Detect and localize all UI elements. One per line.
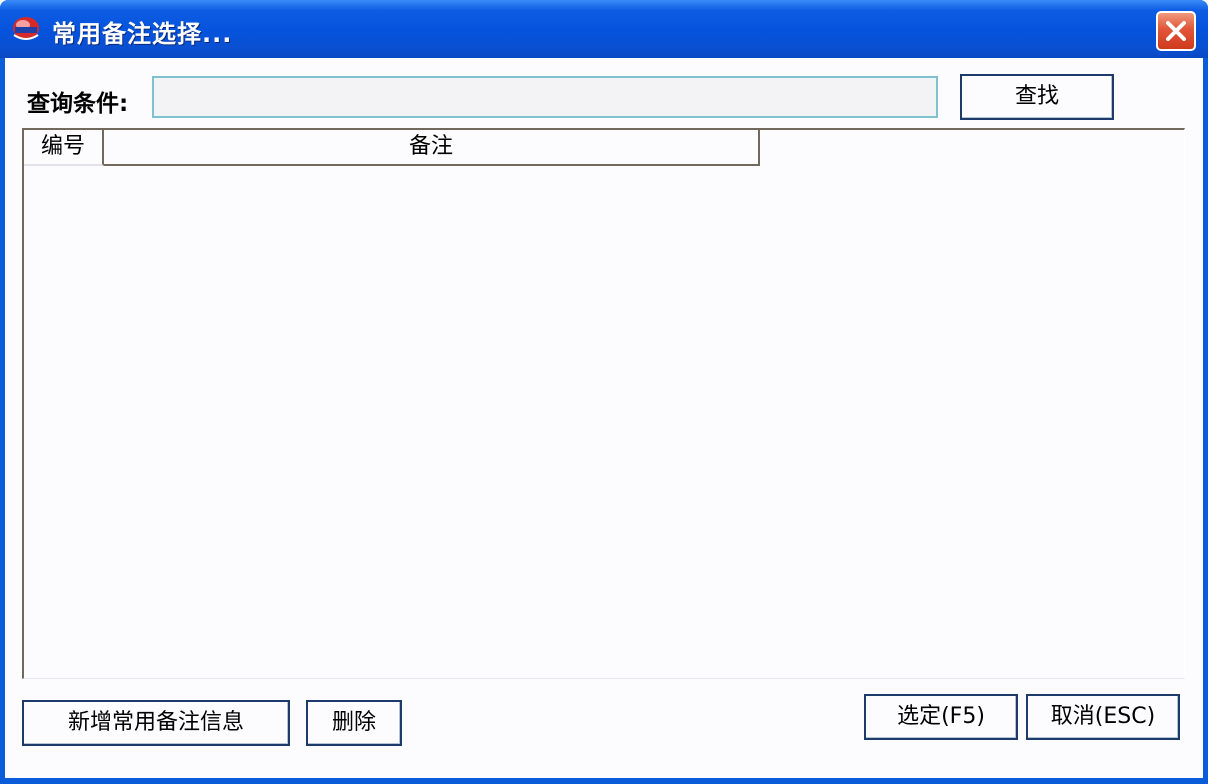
table-header: 编号 备注 bbox=[24, 130, 760, 166]
search-button[interactable]: 查找 bbox=[960, 74, 1114, 120]
delete-button[interactable]: 删除 bbox=[306, 700, 402, 746]
query-input[interactable] bbox=[152, 76, 938, 118]
add-remark-button[interactable]: 新增常用备注信息 bbox=[22, 700, 290, 746]
app-logo-icon bbox=[13, 17, 39, 40]
title-bar[interactable]: 常用备注选择... bbox=[0, 0, 1208, 58]
column-header-remark[interactable]: 备注 bbox=[104, 130, 760, 166]
column-header-id[interactable]: 编号 bbox=[24, 130, 104, 166]
dialog-body: 查询条件: 查找 编号 备注 新增常用备注信息 删除 选定(F5) 取消(ESC… bbox=[5, 58, 1203, 778]
remarks-table[interactable]: 编号 备注 bbox=[22, 128, 1185, 679]
close-button[interactable] bbox=[1156, 11, 1196, 51]
close-icon bbox=[1166, 21, 1186, 41]
cancel-button[interactable]: 取消(ESC) bbox=[1026, 694, 1180, 740]
query-label: 查询条件: bbox=[27, 91, 129, 117]
dialog-window: 常用备注选择... 查询条件: 查找 编号 备注 新增常用备注信息 删除 选定(… bbox=[0, 0, 1208, 784]
select-button[interactable]: 选定(F5) bbox=[864, 694, 1018, 740]
window-title: 常用备注选择... bbox=[52, 20, 233, 48]
